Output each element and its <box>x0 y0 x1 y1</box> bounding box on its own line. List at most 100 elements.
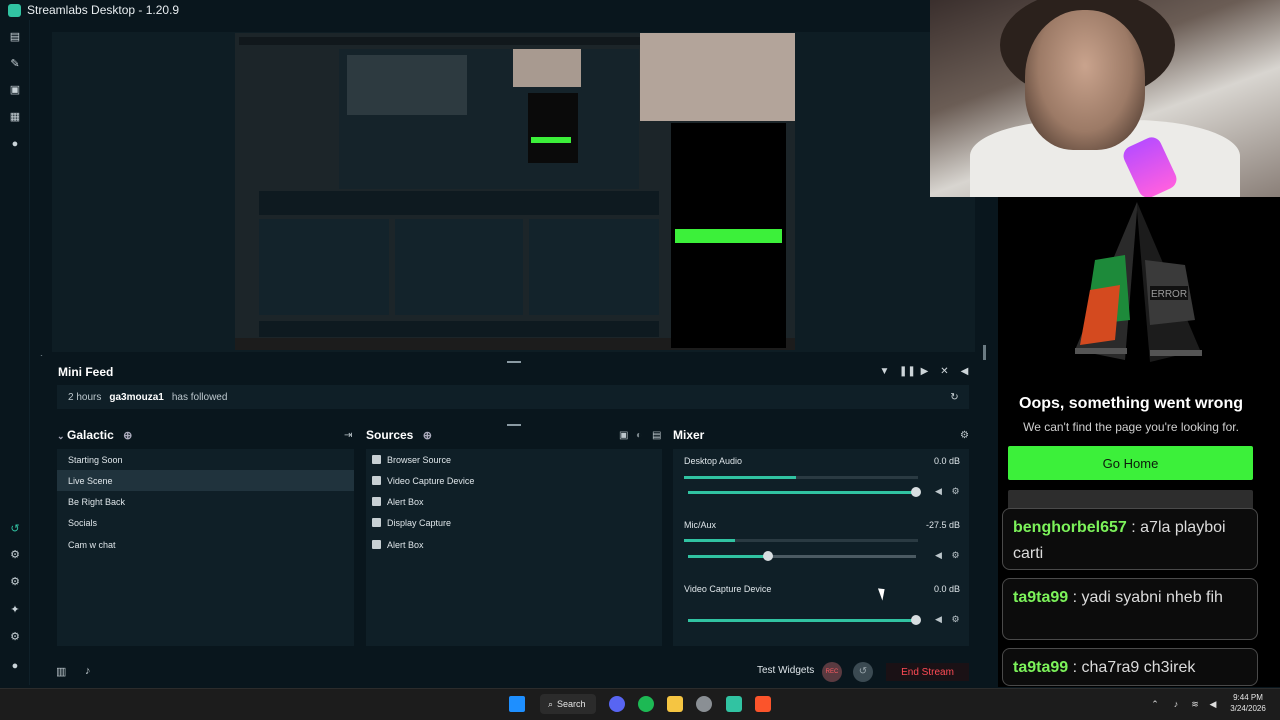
audio-level-meter <box>684 476 918 479</box>
studio-mode-icon[interactable]: ● <box>9 138 21 150</box>
search-icon: ⌕ <box>548 698 554 709</box>
taskbar-clock[interactable]: 9:44 PM 3/24/2026 <box>1222 692 1274 714</box>
source-item[interactable]: Display Capture <box>366 512 656 533</box>
cloudbot-icon[interactable]: ⚙ <box>9 576 21 588</box>
collapse-chevron-icon[interactable]: ⌄ <box>57 431 67 441</box>
monitor-icon <box>372 518 381 527</box>
profile-icon[interactable]: ● <box>9 660 21 672</box>
chat-message: ta9ta99 : yadi syabni nheb fih <box>1002 578 1258 640</box>
mixer-channel-name: Video Capture Device <box>684 584 772 594</box>
add-source-icon[interactable]: ⊕ <box>423 430 432 442</box>
volume-tray-icon[interactable]: ◀ <box>1208 699 1218 709</box>
alert-box-icon[interactable]: ✦ <box>9 604 21 616</box>
replay-buffer-button[interactable]: ↺ <box>853 662 873 682</box>
chat-username: ta9ta99 <box>1013 589 1069 606</box>
volume-icon[interactable]: ◀ <box>959 366 970 377</box>
channel-settings-icon[interactable]: ⚙ <box>951 615 960 624</box>
ultra-icon[interactable]: ↺ <box>9 523 21 535</box>
taskbar-search-button[interactable]: ⌕ Search <box>540 694 596 714</box>
notifications-bell-icon[interactable]: ♪ <box>85 665 91 677</box>
refresh-button[interactable] <box>1008 490 1253 510</box>
source-item[interactable]: Video Capture Device <box>366 470 656 491</box>
scene-item-active[interactable]: Live Scene <box>57 470 354 491</box>
test-widgets-button[interactable]: Test Widgets <box>757 665 814 676</box>
volume-slider-knob[interactable] <box>762 551 773 561</box>
wifi-icon[interactable]: ≋ <box>1190 699 1200 709</box>
streamlabs-taskbar-icon[interactable] <box>726 696 742 712</box>
webcam-feed <box>930 0 1280 197</box>
source-item[interactable]: Browser Source <box>366 449 656 470</box>
mixer-channel-name: Desktop Audio <box>684 456 743 466</box>
scene-transitions-icon[interactable]: ⇥ <box>344 430 352 441</box>
windows-start-icon[interactable] <box>509 696 525 712</box>
error-sign-illustration: ERROR <box>1075 202 1202 362</box>
discord-icon[interactable] <box>609 696 625 712</box>
error-subtitle: We can't find the page you're looking fo… <box>1023 420 1239 434</box>
dashboard-icon[interactable]: ▦ <box>9 111 21 123</box>
mute-alerts-icon[interactable]: ✕ <box>939 366 950 377</box>
stream-preview-canvas[interactable] <box>235 33 795 350</box>
feed-event-user[interactable]: ga3mouza1 <box>109 392 163 403</box>
minifeed-header: Mini Feed <box>52 360 977 384</box>
chat-username: benghorbel657 <box>1013 519 1127 536</box>
streamlabs-logo-icon <box>8 3 21 17</box>
error-title: Oops, something went wrong <box>1019 395 1243 412</box>
mixer-channel-db: 0.0 dB <box>933 584 960 594</box>
mixer-title: Mixer <box>673 428 705 442</box>
volume-slider[interactable] <box>688 487 921 497</box>
preview-resize-handle[interactable] <box>983 345 986 360</box>
record-button[interactable]: REC <box>822 662 842 682</box>
globe-icon <box>372 455 381 464</box>
sources-header: Sources ⊕ <box>366 428 432 442</box>
add-scene-icon[interactable]: ⊕ <box>123 430 132 442</box>
themes-icon[interactable]: ✎ <box>9 58 21 70</box>
channel-settings-icon[interactable]: ⚙ <box>951 487 960 496</box>
filter-icon[interactable]: ▼ <box>879 366 890 377</box>
alert-icon <box>372 540 381 549</box>
source-item[interactable]: Alert Box <box>366 534 656 555</box>
scene-item[interactable]: Starting Soon <box>57 449 354 470</box>
scene-item[interactable]: Socials <box>57 512 354 533</box>
highlighter-icon[interactable]: ⚙ <box>9 549 21 561</box>
error-sign-text: ERROR <box>1151 289 1187 300</box>
repeat-alert-icon[interactable]: ↻ <box>949 392 960 403</box>
scenes-header[interactable]: ⌄ Galactic ⊕ <box>57 428 132 442</box>
editor-icon[interactable]: ▤ <box>9 31 21 43</box>
pause-icon[interactable]: ❚❚ <box>899 366 916 377</box>
source-folder-icon[interactable]: ▤ <box>652 430 661 441</box>
performance-stats-icon[interactable]: ▥ <box>56 665 66 678</box>
channel-settings-icon[interactable]: ⚙ <box>951 551 960 560</box>
audio-level-meter <box>684 539 918 542</box>
speaker-icon[interactable]: ◀ <box>934 551 943 560</box>
speaker-icon[interactable]: ◀ <box>934 615 943 624</box>
window-titlebar: Streamlabs Desktop - 1.20.9 <box>0 0 930 20</box>
end-stream-button[interactable]: End Stream <box>886 663 969 681</box>
source-visibility-icon[interactable]: ◐ <box>636 430 642 441</box>
settings-icon[interactable]: ⚙ <box>9 631 21 643</box>
scene-collection-title[interactable]: Galactic <box>67 428 114 442</box>
tray-overflow-icon[interactable]: ⌃ <box>1150 699 1160 709</box>
spotify-icon[interactable] <box>638 696 654 712</box>
volume-slider-knob[interactable] <box>911 487 921 497</box>
feed-divider-handle[interactable] <box>507 424 521 426</box>
scene-item[interactable]: Cam w chat <box>57 534 354 555</box>
scene-item[interactable]: Be Right Back <box>57 491 354 512</box>
speaker-icon[interactable]: ◀ <box>934 487 943 496</box>
feed-event-row: 2 hours ga3mouza1 has followed <box>57 385 969 409</box>
microphone-tray-icon[interactable]: ♪ <box>1171 699 1181 709</box>
chat-username: ta9ta99 <box>1013 659 1069 676</box>
chat-text: yadi syabni nheb fih <box>1081 589 1223 606</box>
skip-icon[interactable]: ▶ <box>919 366 930 377</box>
replay-icon: ↺ <box>858 666 868 677</box>
source-group-icon[interactable]: ▣ <box>619 430 628 441</box>
source-item[interactable]: Alert Box <box>366 491 656 512</box>
volume-slider-knob[interactable] <box>911 615 921 625</box>
mixer-settings-icon[interactable]: ⚙ <box>960 430 969 441</box>
store-icon[interactable]: ▣ <box>9 84 21 96</box>
settings-gear-icon[interactable] <box>696 696 712 712</box>
go-home-button[interactable]: Go Home <box>1008 446 1253 480</box>
file-explorer-icon[interactable] <box>667 696 683 712</box>
volume-slider[interactable] <box>688 615 921 625</box>
volume-slider[interactable] <box>688 551 916 561</box>
brave-browser-icon[interactable] <box>755 696 771 712</box>
